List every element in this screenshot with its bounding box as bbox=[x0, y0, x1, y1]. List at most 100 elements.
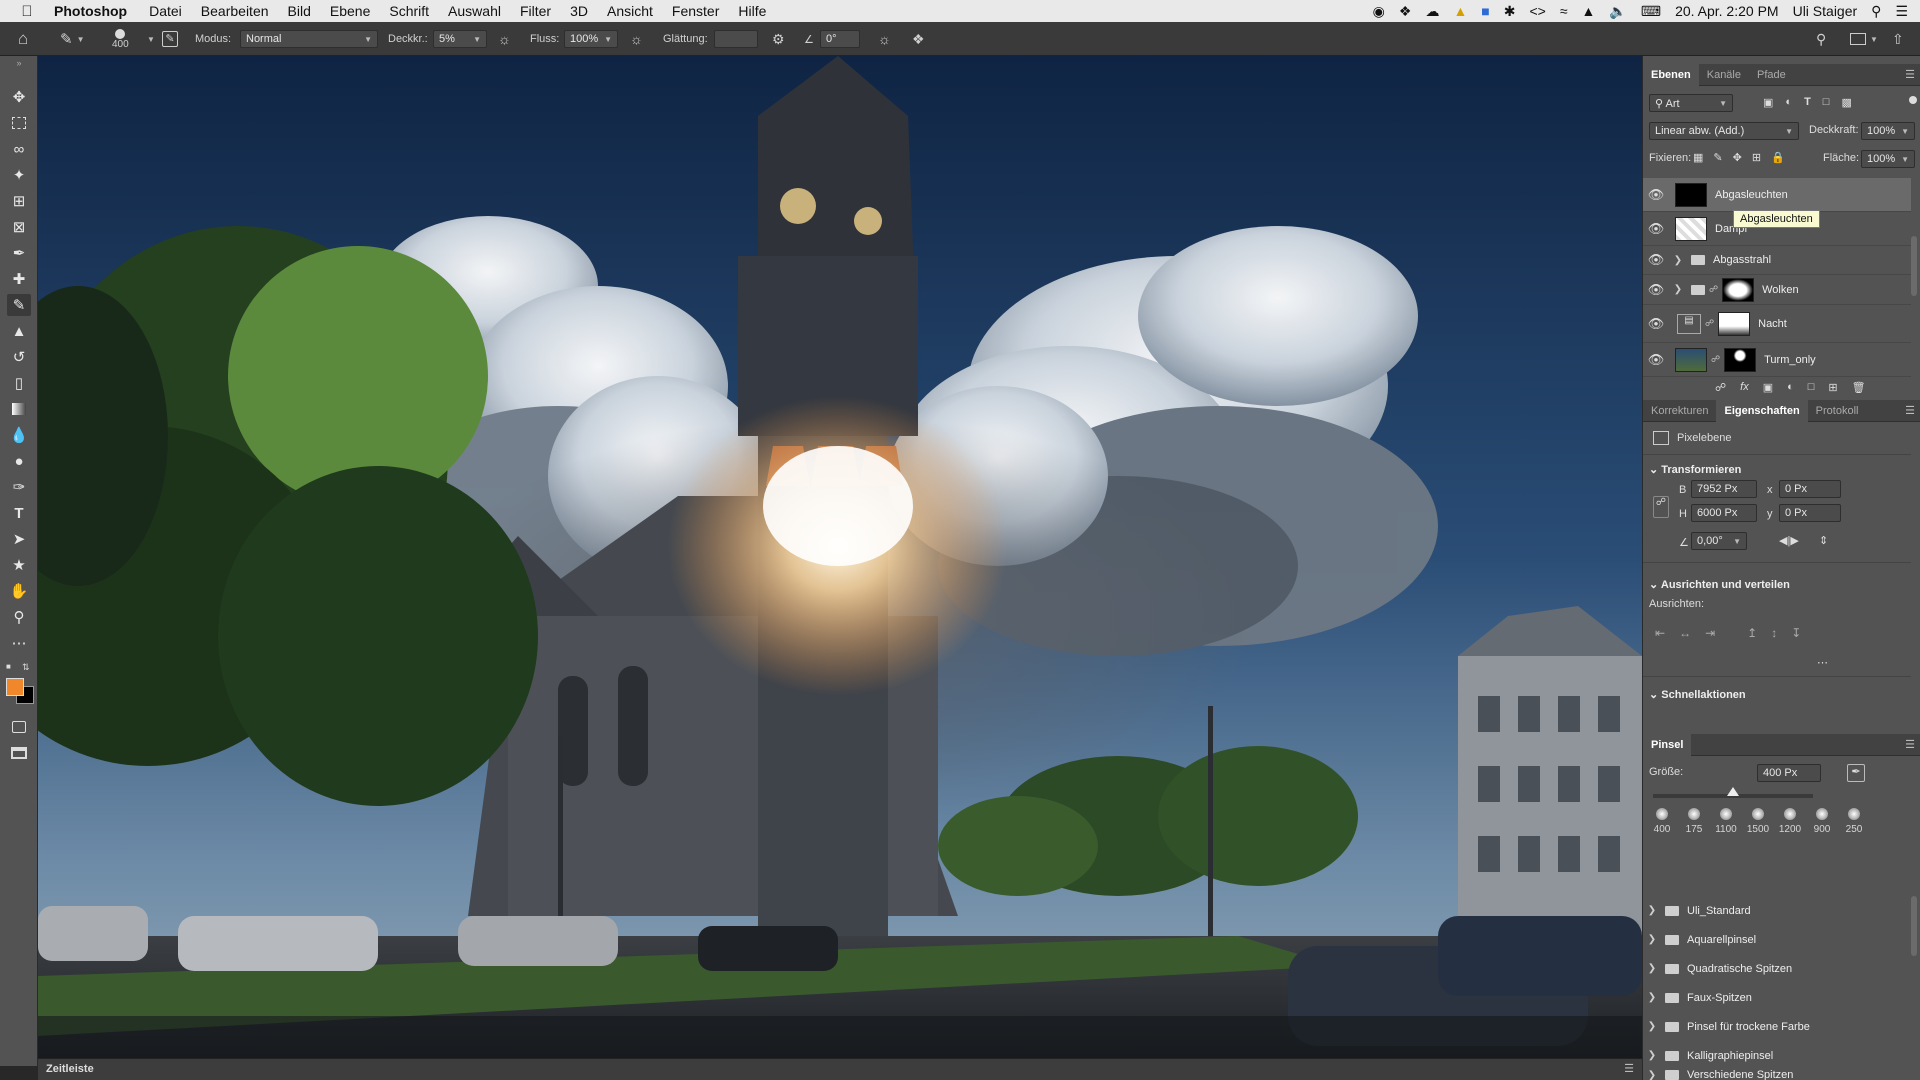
workspace-icon[interactable]: ▼ bbox=[1850, 22, 1878, 56]
pressure-size-icon[interactable]: ☼ bbox=[878, 22, 891, 56]
visibility-eye-icon[interactable]: 👁 bbox=[1643, 352, 1669, 368]
brush-size-slider[interactable] bbox=[1653, 787, 1813, 798]
chevron-right-icon[interactable]: ❯ bbox=[1643, 1050, 1661, 1061]
tab-protokoll[interactable]: Protokoll bbox=[1808, 400, 1867, 422]
layer-name[interactable]: Turm_only bbox=[1764, 354, 1816, 366]
angle-field[interactable]: 0,00° ▼ bbox=[1691, 532, 1747, 550]
brush-preset-picker[interactable]: 400 bbox=[112, 22, 129, 56]
blur-tool-icon[interactable]: 💧 bbox=[7, 424, 31, 446]
notification-icon[interactable]: ▲ bbox=[1453, 3, 1467, 19]
layer-name[interactable]: Wolken bbox=[1762, 284, 1798, 296]
brush-tool-icon[interactable]: ✎ ▼ bbox=[60, 22, 85, 56]
visibility-eye-icon[interactable]: 👁 bbox=[1643, 252, 1669, 268]
keyboard-icon[interactable]: ⌨ bbox=[1641, 3, 1661, 20]
add-mask-icon[interactable]: ▣ bbox=[1763, 381, 1773, 394]
menu-fenster[interactable]: Fenster bbox=[672, 3, 719, 19]
filter-type-icon[interactable]: T bbox=[1804, 96, 1811, 109]
foreground-color-swatch[interactable] bbox=[6, 678, 24, 696]
layer-row[interactable]: 👁 Abgasleuchten bbox=[1643, 178, 1911, 212]
notification-center-icon[interactable]: ☰ bbox=[1895, 3, 1908, 20]
brush-preset[interactable]: 900 bbox=[1809, 808, 1835, 835]
menu-datei[interactable]: Datei bbox=[149, 3, 182, 19]
chevron-right-icon[interactable]: ❯ bbox=[1643, 992, 1661, 1003]
apple-icon[interactable]:  bbox=[0, 3, 54, 20]
lock-pixels-icon[interactable]: ✎ bbox=[1713, 151, 1722, 164]
flip-vertical-icon[interactable]: ⇕ bbox=[1819, 534, 1828, 547]
brush-folder-row[interactable]: ❯ Kalligraphiepinsel bbox=[1643, 1041, 1911, 1070]
pen-tool-icon[interactable]: ✑ bbox=[7, 476, 31, 498]
creative-cloud-icon[interactable]: ☁ bbox=[1425, 3, 1439, 20]
blend-mode-select[interactable]: Linear abw. (Add.) ▼ bbox=[1649, 122, 1799, 140]
airbrush-icon[interactable]: ☼ bbox=[630, 22, 643, 56]
width-field[interactable]: 7952 Px bbox=[1691, 480, 1757, 498]
angle-field[interactable]: 0° bbox=[820, 30, 860, 48]
more-options-icon[interactable]: ⋯ bbox=[1817, 656, 1828, 669]
eyedropper-tool-icon[interactable]: ✒ bbox=[7, 242, 31, 264]
link-layers-icon[interactable]: ☍ bbox=[1715, 381, 1726, 394]
layer-row[interactable]: 👁 ☍ Turm_only bbox=[1643, 343, 1911, 377]
history-brush-tool-icon[interactable]: ↺ bbox=[7, 346, 31, 368]
brush-folder-row[interactable]: ❯ Uli_Standard bbox=[1643, 896, 1911, 925]
brush-folder-row[interactable]: ❯ Pinsel für trockene Farbe bbox=[1643, 1012, 1911, 1041]
frame-tool-icon[interactable]: ⊠ bbox=[7, 216, 31, 238]
healing-brush-tool-icon[interactable]: ✚ bbox=[7, 268, 31, 290]
marquee-tool-icon[interactable] bbox=[7, 112, 31, 134]
brush-folder-row[interactable]: ❯ Faux-Spitzen bbox=[1643, 983, 1911, 1012]
path-selection-tool-icon[interactable]: ➤ bbox=[7, 528, 31, 550]
smoothing-field[interactable] bbox=[714, 30, 758, 48]
scrollbar[interactable] bbox=[1911, 896, 1917, 956]
tab-kanaele[interactable]: Kanäle bbox=[1699, 64, 1749, 86]
document-canvas[interactable] bbox=[38, 56, 1642, 1058]
tab-pfade[interactable]: Pfade bbox=[1749, 64, 1794, 86]
align-section-header[interactable]: ⌄ Ausrichten und verteilen bbox=[1649, 578, 1790, 591]
brush-size-field[interactable]: 400 Px bbox=[1757, 764, 1821, 782]
lock-all-icon[interactable]: 🔒 bbox=[1771, 151, 1785, 164]
layer-group-row[interactable]: 👁 ❯ ☍ Wolken bbox=[1643, 275, 1911, 305]
tab-ebenen[interactable]: Ebenen bbox=[1643, 63, 1699, 86]
chevron-right-icon[interactable]: ❯ bbox=[1643, 1021, 1661, 1032]
wifi-icon[interactable]: ≈ bbox=[1560, 3, 1568, 19]
magic-wand-tool-icon[interactable]: ✦ bbox=[7, 164, 31, 186]
lock-position-icon[interactable]: ✥ bbox=[1733, 151, 1742, 164]
scrollbar[interactable] bbox=[1911, 236, 1917, 296]
chevron-right-icon[interactable]: ❯ bbox=[1643, 934, 1661, 945]
y-field[interactable]: 0 Px bbox=[1779, 504, 1841, 522]
default-colors-icon[interactable]: ■ bbox=[6, 662, 18, 672]
quick-actions-section-header[interactable]: ⌄ Schnellaktionen bbox=[1649, 688, 1746, 701]
height-field[interactable]: 6000 Px bbox=[1691, 504, 1757, 522]
opacity-field[interactable]: 5% ▼ bbox=[433, 30, 487, 48]
zoom-tool-icon[interactable]: ⚲ bbox=[7, 606, 31, 628]
brush-folder-row[interactable]: ❯ Quadratische Spitzen bbox=[1643, 954, 1911, 983]
record-icon[interactable]: ◉ bbox=[1373, 3, 1385, 20]
chevron-right-icon[interactable]: ❯ bbox=[1643, 1070, 1661, 1080]
more-tools-icon[interactable]: ⋯ bbox=[7, 632, 31, 654]
brush-preset[interactable]: 1200 bbox=[1777, 808, 1803, 835]
visibility-eye-icon[interactable]: 👁 bbox=[1643, 316, 1669, 332]
screen-mode-icon[interactable] bbox=[7, 742, 31, 764]
slider-thumb[interactable] bbox=[1727, 787, 1739, 796]
brush-preset[interactable]: 1500 bbox=[1745, 808, 1771, 835]
menu-filter[interactable]: Filter bbox=[520, 3, 551, 19]
chevron-right-icon[interactable]: ❯ bbox=[1643, 905, 1661, 916]
volume-icon[interactable]: 🔈 bbox=[1609, 3, 1626, 20]
eraser-tool-icon[interactable]: ▯ bbox=[7, 372, 31, 394]
align-left-icon[interactable]: ⇤ bbox=[1655, 626, 1665, 640]
adjustment-layer-icon[interactable]: ◐ bbox=[1787, 381, 1794, 394]
align-bottom-icon[interactable]: ↧ bbox=[1791, 626, 1801, 640]
filter-shape-icon[interactable]: □ bbox=[1823, 96, 1830, 109]
lock-transparency-icon[interactable]: ▦ bbox=[1693, 151, 1703, 164]
layer-name[interactable]: Abgasleuchten bbox=[1715, 189, 1788, 201]
collapse-icon[interactable]: » bbox=[7, 58, 31, 68]
brush-settings-icon[interactable]: ✎ bbox=[162, 22, 178, 56]
align-top-icon[interactable]: ↥ bbox=[1747, 626, 1757, 640]
layer-name[interactable]: Nacht bbox=[1758, 318, 1787, 330]
layer-group-row[interactable]: 👁 ❯ Abgasstrahl bbox=[1643, 246, 1911, 275]
symmetry-icon[interactable]: ❖ bbox=[912, 22, 925, 56]
smoothing-gear-icon[interactable]: ⚙ bbox=[772, 22, 785, 56]
search-icon[interactable]: ⚲ bbox=[1816, 22, 1826, 56]
filter-adjustment-icon[interactable]: ◐ bbox=[1785, 96, 1792, 109]
align-right-icon[interactable]: ⇥ bbox=[1705, 626, 1715, 640]
timeline-bar[interactable]: Zeitleiste ☰ bbox=[38, 1058, 1642, 1080]
pressure-opacity-icon[interactable]: ☼ bbox=[498, 22, 511, 56]
fill-field[interactable]: 100% ▼ bbox=[1861, 150, 1915, 168]
